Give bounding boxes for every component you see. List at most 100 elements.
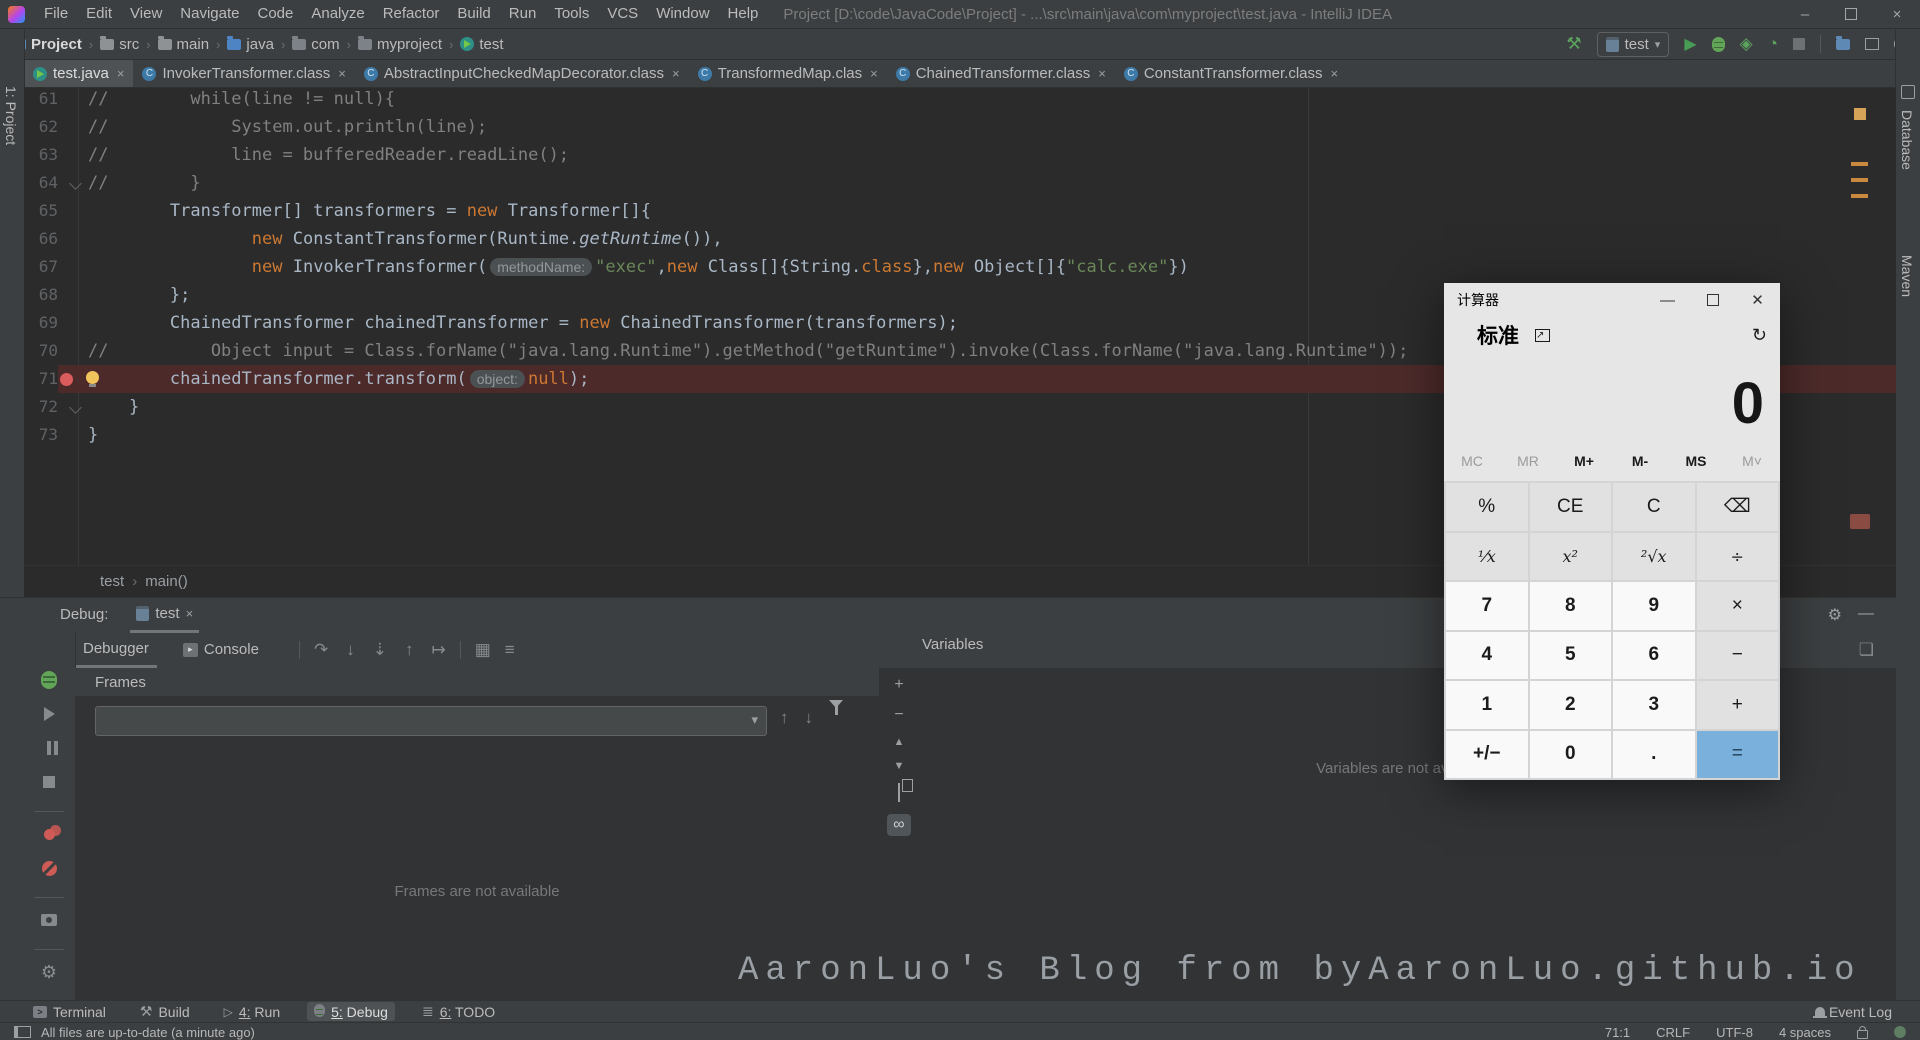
view-breakpoints-icon[interactable]	[38, 823, 60, 845]
show-watches-icon[interactable]: ∞	[887, 814, 911, 836]
line-number[interactable]: 67	[24, 253, 58, 281]
debug-bug-icon[interactable]	[38, 669, 60, 691]
tool-window-6-todo[interactable]: ≣6: TODO	[415, 1002, 502, 1021]
move-down-icon[interactable]: ▼	[894, 760, 905, 772]
menu-tools[interactable]: Tools	[545, 5, 598, 22]
move-down-icon[interactable]: ↓	[805, 708, 814, 728]
menu-view[interactable]: View	[121, 5, 171, 22]
run-to-cursor-icon[interactable]: ↦	[431, 640, 445, 660]
error-stripe-mark[interactable]	[1854, 108, 1866, 120]
close-icon[interactable]: ✕	[1735, 283, 1780, 317]
run-button[interactable]: ▶	[1684, 34, 1696, 54]
tab-chainedtransformer-class[interactable]: CChainedTransformer.class×	[887, 60, 1115, 87]
intention-bulb-icon[interactable]	[86, 371, 99, 384]
force-step-into-icon[interactable]: ⇣	[373, 640, 387, 660]
tool-window-build[interactable]: ⚒Build	[133, 1002, 197, 1021]
move-up-icon[interactable]: ↑	[780, 708, 789, 728]
build-hammer-icon[interactable]: ⚒	[1566, 34, 1581, 54]
calculator-title-bar[interactable]: 计算器 — ✕	[1444, 283, 1780, 317]
tab-debugger[interactable]: Debugger	[75, 631, 157, 668]
line-ending[interactable]: CRLF	[1656, 1025, 1690, 1040]
line-number[interactable]: 70	[24, 337, 58, 365]
code-line-67[interactable]: 67 new InvokerTransformer(methodName:"ex…	[24, 253, 1896, 281]
debug-button[interactable]	[1712, 37, 1725, 52]
menu-analyze[interactable]: Analyze	[302, 5, 373, 22]
stop-button[interactable]	[1793, 38, 1805, 50]
menu-run[interactable]: Run	[500, 5, 546, 22]
calc-key-[interactable]: −	[1697, 632, 1779, 680]
calc-key-6[interactable]: 6	[1613, 632, 1695, 680]
calc-key-5[interactable]: 5	[1530, 632, 1612, 680]
tab-console[interactable]: ▸Console	[175, 633, 267, 667]
breadcrumb-src[interactable]: src	[100, 36, 139, 53]
settings-icon[interactable]: ⚙	[38, 961, 60, 983]
caret-position[interactable]: 71:1	[1605, 1025, 1630, 1040]
line-number[interactable]: 65	[24, 197, 58, 225]
resume-icon[interactable]	[38, 703, 60, 725]
menu-code[interactable]: Code	[248, 5, 302, 22]
calc-key-8[interactable]: 8	[1530, 582, 1612, 630]
close-icon[interactable]: ×	[186, 606, 194, 621]
line-number[interactable]: 66	[24, 225, 58, 253]
settings-list-icon[interactable]: ≡	[505, 640, 515, 660]
calc-key-[interactable]: =	[1697, 731, 1779, 779]
restore-layout-icon[interactable]: ❏	[1859, 640, 1896, 660]
calc-key-x[interactable]: x²	[1530, 533, 1612, 581]
memory-mr[interactable]: MR	[1517, 453, 1539, 469]
maximize-icon[interactable]	[1828, 0, 1874, 28]
line-number[interactable]: 64	[24, 169, 58, 197]
breadcrumb-myproject[interactable]: myproject	[358, 36, 442, 53]
calc-key-c[interactable]: C	[1613, 483, 1695, 531]
menu-edit[interactable]: Edit	[77, 5, 121, 22]
line-number[interactable]: 69	[24, 309, 58, 337]
code-line-63[interactable]: 63// line = bufferedReader.readLine();	[24, 141, 1896, 169]
memory-mc[interactable]: MC	[1461, 453, 1483, 469]
calc-key-0[interactable]: 0	[1530, 731, 1612, 779]
maximize-icon[interactable]	[1690, 283, 1735, 317]
code-line-61[interactable]: 61// while(line != null){	[24, 88, 1896, 113]
memory-m[interactable]: M˅	[1742, 453, 1762, 469]
close-icon[interactable]: ×	[870, 66, 878, 81]
sidebar-item-maven[interactable]: Maven	[1899, 255, 1915, 297]
keep-on-top-icon[interactable]: ↗	[1535, 329, 1550, 342]
breadcrumb-java[interactable]: java	[227, 36, 274, 53]
calc-key-x[interactable]: ⅟x	[1446, 533, 1528, 581]
breadcrumb-class[interactable]: test	[100, 573, 124, 590]
event-log-button[interactable]: Event Log	[1815, 1004, 1920, 1020]
menu-file[interactable]: File	[35, 5, 77, 22]
tool-window-5-debug[interactable]: 5: Debug	[307, 1002, 395, 1021]
debug-session-tab[interactable]: test ×	[130, 597, 199, 633]
tool-window-terminal[interactable]: >Terminal	[26, 1002, 113, 1021]
close-icon[interactable]: ×	[672, 66, 680, 81]
hide-panel-icon[interactable]: —	[1858, 605, 1874, 625]
mute-breakpoints-icon[interactable]	[38, 857, 60, 879]
inspection-profile-icon[interactable]	[1894, 1026, 1906, 1038]
add-watch-icon[interactable]: +	[894, 676, 903, 694]
calc-key-[interactable]: +/−	[1446, 731, 1528, 779]
move-up-icon[interactable]: ▲	[894, 736, 905, 748]
calc-key-1[interactable]: 1	[1446, 681, 1528, 729]
menu-refactor[interactable]: Refactor	[374, 5, 449, 22]
close-icon[interactable]: ×	[117, 66, 125, 81]
error-stripe-mark[interactable]	[1851, 162, 1868, 166]
breadcrumb-method[interactable]: main()	[145, 573, 188, 590]
pause-icon[interactable]	[38, 737, 60, 759]
menu-vcs[interactable]: VCS	[598, 5, 647, 22]
calc-key-ce[interactable]: CE	[1530, 483, 1612, 531]
tool-window-switcher-icon[interactable]	[14, 1026, 31, 1038]
tab-constanttransformer-class[interactable]: CConstantTransformer.class×	[1115, 60, 1347, 87]
copy-icon[interactable]	[898, 784, 900, 802]
sidebar-item-database[interactable]: Database	[1899, 110, 1915, 170]
run-panel-icon[interactable]	[1865, 38, 1879, 50]
scrollbar-thumb[interactable]	[1850, 514, 1870, 529]
history-icon[interactable]: ↻	[1752, 325, 1767, 346]
calc-key-7[interactable]: 7	[1446, 582, 1528, 630]
minimize-icon[interactable]: –	[1782, 0, 1828, 28]
thread-select[interactable]: ▾	[95, 706, 767, 736]
memory-m[interactable]: M-	[1632, 453, 1648, 469]
code-line-64[interactable]: 64// }	[24, 169, 1896, 197]
project-structure-icon[interactable]	[1836, 39, 1850, 50]
stop-icon[interactable]	[38, 771, 60, 793]
minimize-icon[interactable]: —	[1645, 283, 1690, 317]
calc-key-4[interactable]: 4	[1446, 632, 1528, 680]
